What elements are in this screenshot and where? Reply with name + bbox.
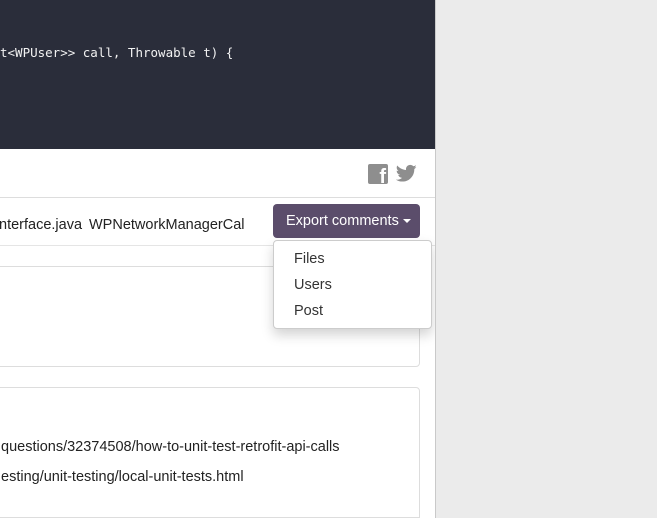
code-line: t<WPUser>> call, Throwable t) { xyxy=(0,45,234,60)
side-panel xyxy=(435,0,657,518)
export-comments-button[interactable]: Export comments xyxy=(273,204,420,238)
menu-item-post[interactable]: Post xyxy=(274,298,431,324)
code-block: t<WPUser>> call, Throwable t) { xyxy=(0,0,435,149)
caret-down-icon xyxy=(402,219,411,224)
share-bar: f xyxy=(0,149,435,198)
file-tab[interactable]: WPNetworkManagerCal xyxy=(89,217,245,233)
comment-link[interactable]: esting/unit-testing/local-unit-tests.htm… xyxy=(1,469,244,485)
file-tab[interactable]: nterface.java xyxy=(0,217,82,233)
main-pane: t<WPUser>> call, Throwable t) { f nterfa… xyxy=(0,0,435,518)
export-comments-label: Export comments xyxy=(286,213,399,229)
twitter-icon[interactable] xyxy=(396,164,417,183)
comment-panel: questions/32374508/how-to-unit-test-retr… xyxy=(0,387,420,518)
export-dropdown-menu: Files Users Post xyxy=(273,240,432,329)
facebook-glyph: f xyxy=(379,166,386,188)
facebook-icon[interactable]: f xyxy=(368,164,388,188)
menu-item-users[interactable]: Users xyxy=(274,272,431,298)
menu-item-files[interactable]: Files xyxy=(274,246,431,272)
comment-link[interactable]: questions/32374508/how-to-unit-test-retr… xyxy=(1,439,340,455)
